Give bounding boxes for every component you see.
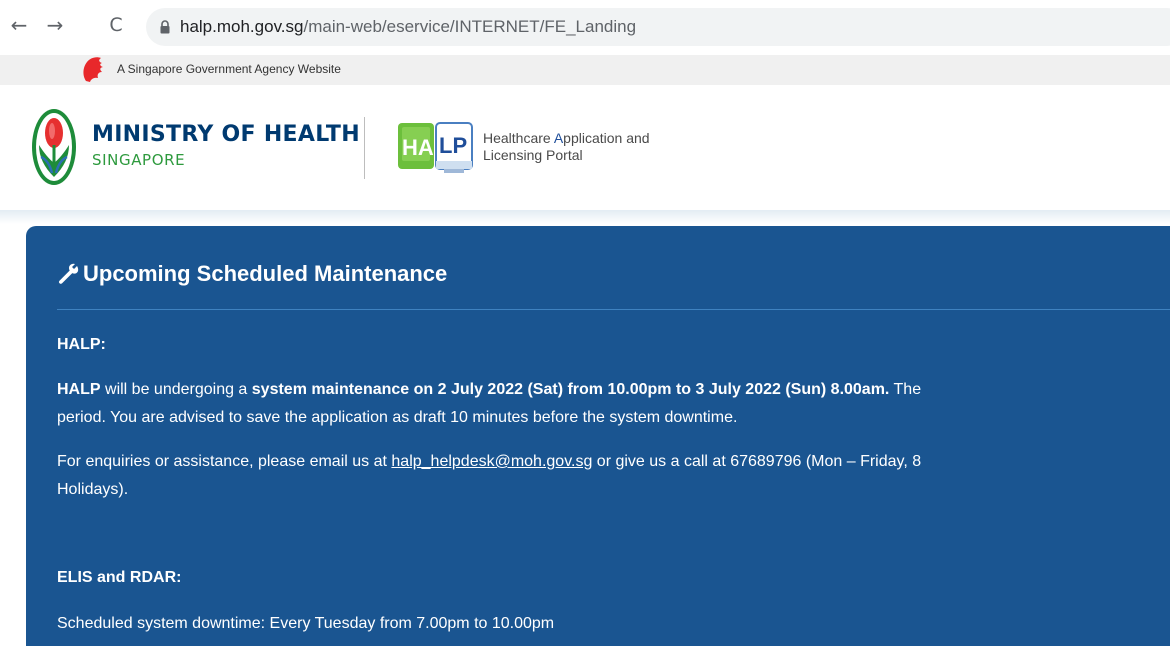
enquiry-text: For enquiries or assistance, please emai… [57, 453, 392, 470]
url-domain: halp.moh.gov.sg [180, 17, 304, 36]
masthead-text: A Singapore Government Agency Website [117, 62, 341, 76]
panel-title-text: Upcoming Scheduled Maintenance [83, 261, 448, 286]
enquiry-line2: Holidays). [57, 481, 129, 498]
lock-icon [160, 20, 170, 34]
url-text[interactable]: halp.moh.gov.sg/main-web/eservice/INTERN… [180, 17, 636, 37]
lion-head-icon [83, 57, 103, 82]
url-path: /main-web/eservice/INTERNET/FE_Landing [303, 17, 637, 36]
enquiry-line: For enquiries or assistance, please emai… [57, 453, 921, 471]
elis-heading: ELIS and RDAR: [57, 569, 182, 586]
elis-downtime-line: Scheduled system downtime: Every Tuesday… [57, 615, 555, 632]
site-header: MINISTRY OF HEALTH SINGAPORE HA LP Healt… [0, 85, 1170, 215]
halp-tagline: Healthcare Application and Licensing Port… [483, 130, 650, 164]
maintenance-panel: Upcoming Scheduled Maintenance HALP: HAL… [26, 226, 1170, 646]
panel-title: Upcoming Scheduled Maintenance [57, 261, 447, 287]
gov-masthead: A Singapore Government Agency Website [0, 55, 1170, 85]
halp-notice-line2: period. You are advised to save the appl… [57, 409, 738, 426]
header-shadow [0, 210, 1170, 224]
halp-tag-part1: Healthcare [483, 130, 554, 146]
wrench-icon [58, 263, 79, 284]
back-arrow-icon[interactable]: ← [8, 14, 30, 36]
moh-subtitle: SINGAPORE [92, 151, 186, 169]
halp-notice-line1: HALP will be undergoing a system mainten… [57, 381, 921, 399]
svg-text:LP: LP [439, 133, 467, 158]
moh-name: MINISTRY OF HEALTH [92, 122, 360, 147]
halp-tag-line2: Licensing Portal [483, 147, 583, 163]
reload-icon[interactable]: C [105, 14, 127, 36]
browser-toolbar: ← → C halp.moh.gov.sg/main-web/eservice/… [0, 0, 1170, 55]
helpdesk-email-link[interactable]: halp_helpdesk@moh.gov.sg [391, 453, 592, 470]
halp-bold: HALP [57, 381, 101, 398]
moh-logo-icon[interactable] [30, 107, 78, 187]
header-divider [364, 117, 365, 179]
halp-heading: HALP: [57, 336, 106, 353]
panel-divider [57, 309, 1170, 310]
line1-text: will be undergoing a [100, 381, 252, 398]
svg-text:HA: HA [402, 135, 434, 160]
address-bar[interactable]: halp.moh.gov.sg/main-web/eservice/INTERN… [146, 8, 1170, 46]
forward-arrow-icon[interactable]: → [44, 14, 66, 36]
halp-tag-highlight: A [553, 130, 564, 146]
line1-tail: The [889, 381, 922, 398]
halp-logo-icon[interactable]: HA LP [396, 117, 476, 177]
maintenance-window: system maintenance on 2 July 2022 (Sat) … [251, 381, 890, 398]
halp-tag-part2: pplication and [563, 130, 650, 146]
enquiry-text-tail: or give us a call at 67689796 (Mon – Fri… [592, 453, 922, 470]
